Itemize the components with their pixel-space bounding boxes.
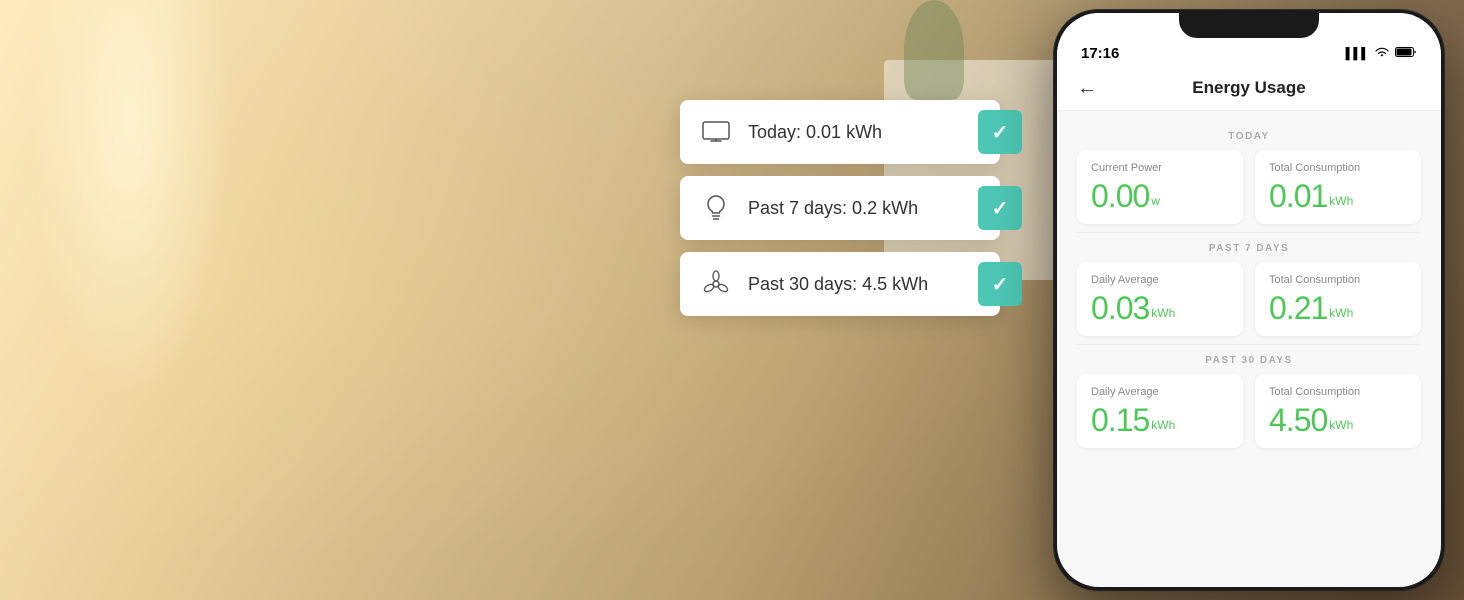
30days-avg-card: Daily Average 0.15 kWh bbox=[1077, 374, 1243, 448]
divider-2 bbox=[1077, 344, 1421, 345]
battery-icon bbox=[1395, 46, 1417, 61]
status-time: 17:16 bbox=[1081, 45, 1119, 62]
today-check-badge: ✓ bbox=[978, 110, 1022, 154]
current-power-label: Current Power bbox=[1091, 162, 1229, 174]
7days-consumption-label: Total Consumption bbox=[1269, 274, 1407, 286]
section-30days-label: PAST 30 DAYS bbox=[1077, 355, 1421, 366]
section-today-label: TODAY bbox=[1077, 131, 1421, 142]
7days-consumption-number: 0.21 bbox=[1269, 292, 1327, 324]
app-header: ← Energy Usage bbox=[1057, 70, 1441, 111]
7days-consumption-card: Total Consumption 0.21 kWh bbox=[1255, 262, 1421, 336]
30days-consumption-value: 4.50 kWh bbox=[1269, 404, 1407, 436]
plant-hint bbox=[904, 0, 964, 100]
7days-consumption-value: 0.21 kWh bbox=[1269, 292, 1407, 324]
7days-avg-card: Daily Average 0.03 kWh bbox=[1077, 262, 1243, 336]
30days-avg-value: 0.15 kWh bbox=[1091, 404, 1229, 436]
7days-avg-unit: kWh bbox=[1151, 306, 1175, 320]
30days-stats-row: Daily Average 0.15 kWh Total Consumption… bbox=[1077, 374, 1421, 448]
phone-notch bbox=[1179, 10, 1319, 38]
30days-consumption-number: 4.50 bbox=[1269, 404, 1327, 436]
7days-avg-number: 0.03 bbox=[1091, 292, 1149, 324]
7days-card: Past 7 days: 0.2 kWh ✓ bbox=[680, 176, 1000, 240]
phone-mockup: 17:16 ▌▌▌ ← Energy Usage bbox=[1054, 10, 1444, 590]
7days-avg-label: Daily Average bbox=[1091, 274, 1229, 286]
today-consumption-card: Total Consumption 0.01 kWh bbox=[1255, 150, 1421, 224]
30days-consumption-label: Total Consumption bbox=[1269, 386, 1407, 398]
7days-avg-value: 0.03 kWh bbox=[1091, 292, 1229, 324]
today-consumption-unit: kWh bbox=[1329, 194, 1353, 208]
today-consumption-value: 0.01 kWh bbox=[1269, 180, 1407, 212]
7days-check-badge: ✓ bbox=[978, 186, 1022, 230]
30days-consumption-unit: kWh bbox=[1329, 418, 1353, 432]
wifi-icon bbox=[1374, 46, 1390, 61]
bulb-icon bbox=[698, 190, 734, 226]
30days-consumption-card: Total Consumption 4.50 kWh bbox=[1255, 374, 1421, 448]
status-icons: ▌▌▌ bbox=[1346, 46, 1417, 61]
today-consumption-number: 0.01 bbox=[1269, 180, 1327, 212]
info-cards-container: Today: 0.01 kWh ✓ Past 7 days: 0.2 kWh ✓… bbox=[680, 100, 1000, 316]
back-button[interactable]: ← bbox=[1077, 77, 1097, 100]
divider-1 bbox=[1077, 232, 1421, 233]
7days-stats-row: Daily Average 0.03 kWh Total Consumption… bbox=[1077, 262, 1421, 336]
fan-icon bbox=[698, 266, 734, 302]
today-card: Today: 0.01 kWh ✓ bbox=[680, 100, 1000, 164]
30days-avg-label: Daily Average bbox=[1091, 386, 1229, 398]
30days-check-badge: ✓ bbox=[978, 262, 1022, 306]
app-title: Energy Usage bbox=[1192, 78, 1305, 98]
phone-screen: 17:16 ▌▌▌ ← Energy Usage bbox=[1057, 13, 1441, 587]
current-power-value: 0.00 w bbox=[1091, 180, 1229, 212]
energy-content: TODAY Current Power 0.00 w Total Consump… bbox=[1057, 111, 1441, 466]
30days-avg-number: 0.15 bbox=[1091, 404, 1149, 436]
7days-card-text: Past 7 days: 0.2 kWh bbox=[748, 198, 982, 219]
phone-frame: 17:16 ▌▌▌ ← Energy Usage bbox=[1054, 10, 1444, 590]
current-power-card: Current Power 0.00 w bbox=[1077, 150, 1243, 224]
today-card-text: Today: 0.01 kWh bbox=[748, 122, 982, 143]
30days-card-text: Past 30 days: 4.5 kWh bbox=[748, 274, 982, 295]
signal-icon: ▌▌▌ bbox=[1346, 48, 1369, 60]
today-consumption-label: Total Consumption bbox=[1269, 162, 1407, 174]
today-stats-row: Current Power 0.00 w Total Consumption 0… bbox=[1077, 150, 1421, 224]
current-power-number: 0.00 bbox=[1091, 180, 1149, 212]
30days-card: Past 30 days: 4.5 kWh ✓ bbox=[680, 252, 1000, 316]
30days-avg-unit: kWh bbox=[1151, 418, 1175, 432]
current-power-unit: w bbox=[1151, 194, 1160, 208]
window-light bbox=[30, 0, 230, 400]
monitor-icon bbox=[698, 114, 734, 150]
7days-consumption-unit: kWh bbox=[1329, 306, 1353, 320]
section-7days-label: PAST 7 DAYS bbox=[1077, 243, 1421, 254]
